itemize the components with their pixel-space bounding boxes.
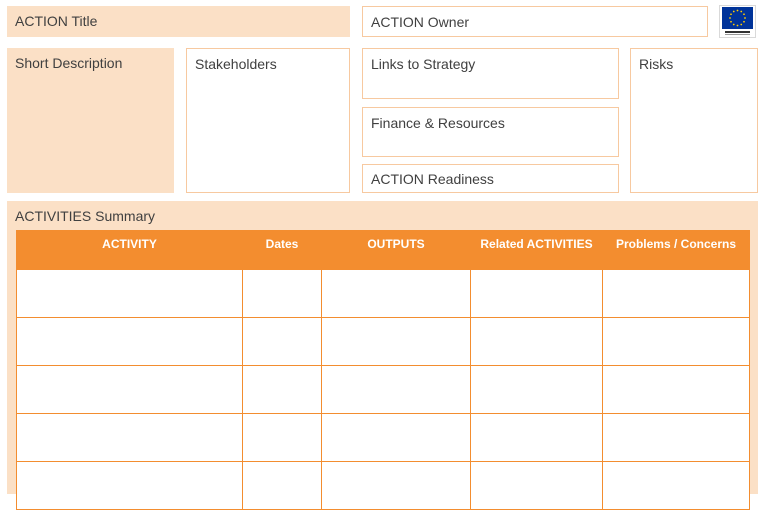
cell-problems-concerns[interactable]	[602, 461, 750, 510]
table-row	[16, 365, 750, 414]
cell-dates[interactable]	[242, 365, 322, 414]
eu-star-icon	[743, 13, 745, 16]
stakeholders-label: Stakeholders	[195, 56, 277, 72]
action-owner-field[interactable]: ACTION Owner	[362, 6, 708, 37]
stakeholders-field[interactable]: Stakeholders	[186, 48, 350, 193]
cell-dates[interactable]	[242, 413, 322, 462]
cell-dates[interactable]	[242, 461, 322, 510]
finance-resources-label: Finance & Resources	[371, 115, 505, 131]
cell-problems-concerns[interactable]	[602, 317, 750, 366]
cell-outputs[interactable]	[321, 461, 471, 510]
eu-star-icon	[732, 23, 735, 26]
table-row	[16, 269, 750, 318]
cell-activity[interactable]	[16, 365, 243, 414]
action-readiness-label: ACTION Readiness	[371, 171, 494, 187]
cell-activity[interactable]	[16, 413, 243, 462]
short-description-label: Short Description	[15, 55, 123, 71]
cell-related-activities[interactable]	[470, 317, 603, 366]
cell-problems-concerns[interactable]	[602, 413, 750, 462]
eu-star-icon	[740, 23, 743, 26]
eu-logo-caption	[725, 31, 750, 33]
eu-flag-logo	[719, 5, 756, 38]
cell-problems-concerns[interactable]	[602, 269, 750, 318]
cell-activity[interactable]	[16, 269, 243, 318]
table-row	[16, 317, 750, 366]
column-header-dates: Dates	[242, 230, 322, 270]
links-to-strategy-field[interactable]: Links to Strategy	[362, 48, 619, 99]
eu-star-icon	[729, 17, 731, 19]
eu-star-icon	[736, 24, 739, 27]
eu-star-icon	[744, 17, 746, 19]
column-header-outputs: OUTPUTS	[321, 230, 471, 270]
eu-star-icon	[740, 10, 743, 13]
cell-related-activities[interactable]	[470, 365, 603, 414]
cell-related-activities[interactable]	[470, 269, 603, 318]
cell-dates[interactable]	[242, 317, 322, 366]
links-to-strategy-label: Links to Strategy	[371, 56, 476, 72]
finance-resources-field[interactable]: Finance & Resources	[362, 107, 619, 157]
table-row	[16, 413, 750, 462]
eu-star-icon	[736, 9, 739, 12]
cell-activity[interactable]	[16, 461, 243, 510]
cell-outputs[interactable]	[321, 269, 471, 318]
cell-related-activities[interactable]	[470, 461, 603, 510]
table-row	[16, 461, 750, 510]
action-owner-label: ACTION Owner	[371, 14, 470, 30]
column-header-problems-concerns: Problems / Concerns	[602, 230, 750, 270]
cell-outputs[interactable]	[321, 365, 471, 414]
eu-star-icon	[730, 20, 732, 23]
eu-star-icon	[730, 13, 732, 16]
activities-header-row: ACTIVITY Dates OUTPUTS Related ACTIVITIE…	[16, 230, 750, 270]
action-title-field[interactable]: ACTION Title	[7, 6, 350, 37]
cell-dates[interactable]	[242, 269, 322, 318]
cell-related-activities[interactable]	[470, 413, 603, 462]
action-readiness-field[interactable]: ACTION Readiness	[362, 164, 619, 193]
eu-star-icon	[732, 10, 735, 13]
column-header-related-activities: Related ACTIVITIES	[470, 230, 603, 270]
cell-problems-concerns[interactable]	[602, 365, 750, 414]
cell-outputs[interactable]	[321, 413, 471, 462]
column-header-activity: ACTIVITY	[16, 230, 243, 270]
risks-label: Risks	[639, 56, 674, 72]
eu-star-icon	[743, 20, 745, 23]
risks-field[interactable]: Risks	[630, 48, 758, 193]
activities-summary-panel: ACTIVITIES Summary ACTIVITY Dates OUTPUT…	[7, 201, 758, 510]
cell-outputs[interactable]	[321, 317, 471, 366]
short-description-field[interactable]: Short Description	[7, 48, 174, 193]
activities-table: ACTIVITY Dates OUTPUTS Related ACTIVITIE…	[16, 230, 750, 510]
activities-summary-title: ACTIVITIES Summary	[15, 208, 156, 224]
cell-activity[interactable]	[16, 317, 243, 366]
action-title-label: ACTION Title	[15, 13, 98, 29]
